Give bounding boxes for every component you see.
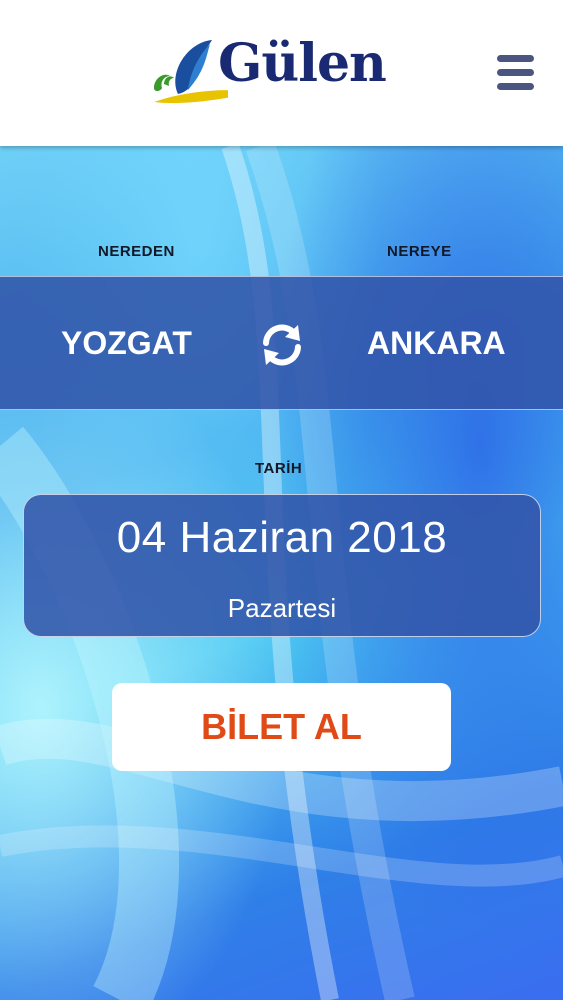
menu-button[interactable] — [497, 55, 537, 91]
swap-refresh-icon[interactable] — [258, 321, 306, 369]
date-picker[interactable]: 04 Haziran 2018 Pazartesi — [23, 494, 541, 637]
from-city[interactable]: YOZGAT — [61, 325, 192, 362]
to-city[interactable]: ANKARA — [367, 325, 506, 362]
buy-ticket-button[interactable]: BİLET AL — [112, 683, 451, 771]
date-value: 04 Haziran 2018 — [116, 513, 448, 562]
brand-logo[interactable]: Gülen — [148, 32, 418, 112]
date-weekday: Pazartesi — [227, 593, 337, 623]
to-label: NEREYE — [387, 243, 452, 260]
date-label: TARİH — [255, 460, 303, 477]
app-header: Gülen — [0, 0, 563, 146]
logo-swoosh-icon — [154, 40, 228, 104]
logo-wordmark: Gülen — [218, 33, 387, 94]
from-label: NEREDEN — [98, 243, 175, 260]
route-panel: YOZGAT ANKARA — [0, 276, 563, 410]
